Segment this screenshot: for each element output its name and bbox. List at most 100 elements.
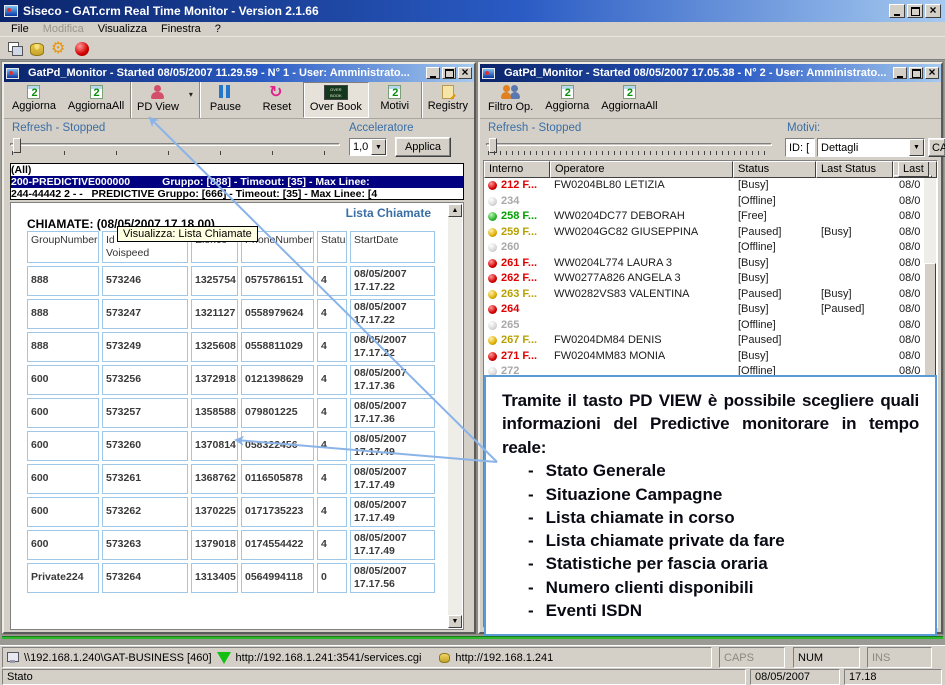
menu-item[interactable]: Finestra (154, 23, 208, 35)
toolbar-button-icon (268, 84, 286, 100)
maximize-icon[interactable] (442, 67, 456, 79)
close-icon[interactable] (925, 67, 939, 79)
chevron-down-icon[interactable]: ▼ (371, 139, 386, 155)
table-row: Private224573264 13134050564994118 008/0… (27, 563, 439, 593)
database-icon[interactable] (30, 43, 44, 56)
col-interno[interactable]: Interno (484, 161, 550, 178)
refresh-slider[interactable] (486, 138, 772, 156)
table-row: 888573247 13211270558979624 408/05/2007 … (27, 299, 439, 329)
operator-extension: 261 F... (501, 256, 537, 272)
operator-row[interactable]: 234 [Offline] 08/0 (484, 194, 937, 210)
col-startdate: StartDate (350, 231, 435, 263)
operator-row[interactable]: 258 F... WW0204DC77 DEBORAH [Free] 08/0 (484, 209, 937, 225)
table-row: 600573260 1370814058322456 408/05/2007 1… (27, 431, 439, 461)
operator-row[interactable]: 262 F... WW0277A826 ANGELA 3 [Busy] 08/0 (484, 271, 937, 287)
toolbar-button[interactable]: Motivi (369, 82, 421, 118)
operator-name: WW0282VS83 VALENTINA (554, 287, 690, 303)
operator-row[interactable]: 271 F... FW0204MM83 MONIA [Busy] 08/0 (484, 349, 937, 365)
service-url: http://192.168.1.241:3541/services.cgi (236, 652, 422, 664)
status-led-icon (488, 274, 497, 283)
toolbar-button-icon (623, 85, 636, 99)
refresh-slider[interactable] (10, 138, 340, 156)
calls-table-body: 888573246 13257540575786151 408/05/2007 … (27, 266, 439, 593)
motivi-combo[interactable]: Dettagli ▼ (817, 138, 925, 157)
operator-name: WW0204L774 LAURA 3 (554, 256, 672, 272)
applica-button[interactable]: Applica (395, 137, 451, 157)
toolbar-button[interactable]: PD View (130, 82, 185, 118)
operator-row[interactable]: 260 [Offline] 08/0 (484, 240, 937, 256)
window2-title: GatPd_Monitor - Started 08/05/2007 17.05… (504, 67, 886, 79)
col-last-status[interactable]: Last Status (816, 161, 893, 178)
operator-row[interactable]: 265 [Offline] 08/0 (484, 318, 937, 334)
minimize-icon[interactable] (426, 67, 440, 79)
refresh-status-label: Refresh - Stopped (488, 122, 581, 134)
scroll-up-icon[interactable]: ▲ (448, 204, 462, 217)
col-operatore[interactable]: Operatore (550, 161, 733, 178)
campaign-list-item[interactable]: 244-44442 2 - - PREDICTIVE Gruppo: [666]… (11, 188, 463, 200)
toolbar-button[interactable]: Registry (421, 82, 474, 118)
campaign-list-item[interactable]: (All) (11, 164, 463, 176)
toolbar-button[interactable]: Filtro Op. (482, 82, 539, 118)
toolbar-button[interactable]: AggiornaAll (62, 82, 130, 118)
slider-ticks (12, 151, 338, 155)
share-path: \\192.168.1.240\GAT-BUSINESS [460] (24, 652, 212, 664)
operator-last-time: 08/0 (899, 287, 920, 303)
toolbar-button[interactable]: Aggiorna (6, 82, 62, 118)
note-bullet: Situazione Campagne (502, 483, 919, 506)
panel-title: Lista Chiamate (346, 206, 431, 220)
scrollbar[interactable]: ▲ ▼ (448, 204, 462, 628)
window2-toolbar: Filtro Op. Aggiorna AggiornaAll (480, 82, 941, 119)
operator-last-status: [Busy] (821, 287, 852, 303)
operator-row[interactable]: 261 F... WW0204L774 LAURA 3 [Busy] 08/0 (484, 256, 937, 272)
accelerator-combo[interactable]: 1,0 ▼ (349, 138, 387, 156)
operator-extension: 265 (501, 318, 519, 334)
operator-row[interactable]: 259 F... WW0204GC82 GIUSEPPINA [Paused] … (484, 225, 937, 241)
close-icon[interactable] (458, 67, 472, 79)
toolbar-button-label: Reset (263, 101, 292, 113)
operator-last-status: [Busy] (821, 225, 852, 241)
operator-extension: 264 (501, 302, 519, 318)
gear-icon[interactable] (51, 40, 68, 57)
operator-name: FW0204BL80 LETIZIA (554, 178, 665, 194)
operator-row[interactable]: 263 F... WW0282VS83 VALENTINA [Paused] [… (484, 287, 937, 303)
operator-row[interactable]: 264 [Busy] [Paused] 08/0 (484, 302, 937, 318)
menu-item[interactable]: File (4, 23, 36, 35)
table-row: 600573261 13687620116505878 408/05/2007 … (27, 464, 439, 494)
toolbar-button[interactable]: AggiornaAll (595, 82, 663, 118)
close-icon[interactable] (925, 4, 941, 18)
operator-last-time: 08/0 (899, 318, 920, 334)
cascade-windows-icon[interactable] (6, 40, 23, 57)
motivi-id-field[interactable]: ID: [ (785, 138, 815, 157)
campaign-list-item[interactable]: 200-PREDICTIVE000000 Gruppo: [888] - Tim… (11, 176, 463, 188)
operator-row[interactable]: 212 F... FW0204BL80 LETIZIA [Busy] 08/0 (484, 178, 937, 194)
toolbar-button[interactable]: Pause (199, 82, 251, 118)
col-status: Status (317, 231, 347, 263)
maximize-icon[interactable] (909, 67, 923, 79)
minimize-icon[interactable] (889, 4, 905, 18)
record-icon[interactable] (75, 42, 89, 56)
col-status[interactable]: Status (733, 161, 816, 178)
toolbar-button[interactable]: Aggiorna (539, 82, 595, 118)
menu-item[interactable]: Visualizza (91, 23, 154, 35)
scroll-down-icon[interactable]: ▼ (448, 615, 462, 628)
status-bar: \\192.168.1.240\GAT-BUSINESS [460] http:… (0, 645, 945, 685)
toolbar-button[interactable]: Reset (251, 82, 303, 118)
toolbar-button-label: PD View (137, 101, 179, 113)
restore-icon[interactable] (907, 4, 923, 18)
col-last[interactable]: Last ▲ (893, 161, 937, 178)
toolbar-button[interactable]: Over Book (303, 82, 369, 118)
app-toolbar (0, 37, 945, 60)
app-icon (4, 5, 18, 17)
chevron-down-icon[interactable]: ▼ (909, 139, 924, 156)
operator-row[interactable]: 267 F... FW0204DM84 DENIS [Paused] 08/0 (484, 333, 937, 349)
status-led-icon (488, 321, 497, 330)
clipped-button[interactable]: CA (928, 138, 945, 157)
menu-item[interactable]: ? (208, 23, 228, 35)
window2-titlebar[interactable]: GatPd_Monitor - Started 08/05/2007 17.05… (480, 64, 941, 82)
menu-item[interactable]: Modifica (36, 23, 91, 35)
minimize-icon[interactable] (893, 67, 907, 79)
window1-titlebar[interactable]: GatPd_Monitor - Started 08/05/2007 11.29… (4, 64, 474, 82)
table-row: 600573262 13702250171735223 408/05/2007 … (27, 497, 439, 527)
toolbar-button-icon (27, 85, 40, 99)
status-led-icon (488, 181, 497, 190)
